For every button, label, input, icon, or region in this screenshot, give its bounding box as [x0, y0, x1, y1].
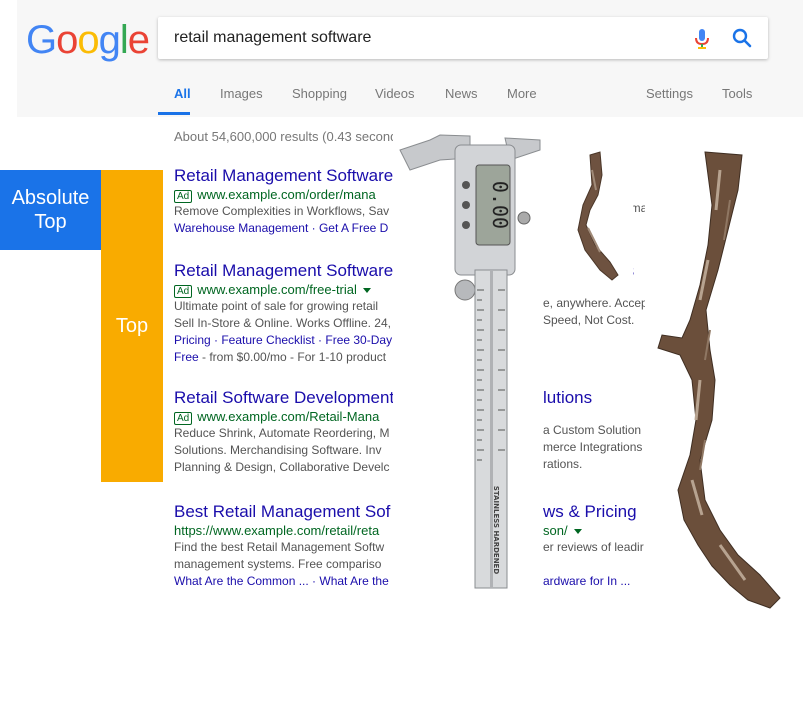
tab-shopping[interactable]: Shopping [292, 86, 347, 101]
result-sitelinks[interactable]: Warehouse Management · Get A Free D [174, 220, 644, 237]
tab-more[interactable]: More [507, 86, 537, 101]
result-url-text: www.example.com/free-trial [197, 282, 357, 297]
result-title-fragment[interactable]: rs [620, 261, 634, 281]
logo-letter: G [26, 18, 57, 62]
result-snippet: Remove Complexities in Workflows, Sav [174, 204, 390, 218]
search-tabs: All Images Shopping Videos News More Set… [0, 84, 803, 117]
result-pricing-line: Free - from $0.00/mo - For 1-10 product [174, 349, 644, 366]
result-snippet: management systems. Free compariso [174, 557, 382, 571]
logo-letter: g [98, 18, 121, 62]
search-icon[interactable] [731, 27, 753, 49]
snippet-fragment: Speed, Not Cost. [543, 313, 635, 327]
tab-videos[interactable]: Videos [375, 86, 415, 101]
result-stats: About 54,600,000 results (0.43 seconds [174, 129, 404, 144]
ad-badge: Ad [174, 412, 193, 425]
snippet-fragment: oma [624, 201, 648, 215]
ad-badge: Ad [174, 190, 193, 203]
dropdown-arrow-icon[interactable] [362, 288, 371, 294]
snippet-fragment: a Custom Solution [543, 423, 642, 437]
url-fragment-text: son/ [543, 523, 568, 538]
snippet-fragment: rations. [543, 457, 583, 471]
tab-tools[interactable]: Tools [722, 86, 752, 101]
active-tab-indicator [158, 112, 190, 115]
tab-news[interactable]: News [445, 86, 478, 101]
pricing-text: - from $0.00/mo - For 1-10 product [198, 350, 387, 364]
pricing-link[interactable]: Free [174, 350, 199, 364]
logo-letter: o [56, 18, 78, 62]
top-label: Top [101, 170, 163, 482]
result-title-fragment[interactable]: Data [540, 166, 576, 186]
result-title-fragment[interactable]: sed [543, 261, 570, 281]
result-title-fragment[interactable]: lutions [543, 388, 592, 408]
result-title-fragment[interactable]: ws & Pricing [543, 502, 637, 522]
result-url-text: www.example.com/order/mana [197, 187, 376, 202]
search-box[interactable] [158, 17, 768, 59]
search-input[interactable] [174, 17, 674, 59]
google-logo[interactable]: Google [26, 16, 150, 64]
large-stick-image [645, 148, 803, 610]
result-url: Ad www.example.com/order/mana [174, 186, 644, 203]
snippet-fragment: merce Integrations [543, 440, 643, 454]
sitelink-fragment[interactable]: st a [543, 217, 562, 234]
snippet-fragment: e, anywhere. Accep [543, 296, 648, 310]
ad-badge: Ad [174, 285, 193, 298]
url-fragment: son/ [543, 522, 582, 539]
mic-icon[interactable] [693, 27, 711, 51]
tab-settings[interactable]: Settings [646, 86, 693, 101]
result-url-text: www.example.com/Retail-Mana [197, 409, 380, 424]
snippet-fragment: ack ( [543, 201, 570, 215]
logo-letter: e [127, 18, 150, 62]
logo-letter: l [119, 18, 129, 62]
logo-letter: o [77, 18, 99, 62]
tab-images[interactable]: Images [220, 86, 263, 101]
result-sitelinks[interactable]: Pricing · Feature Checklist · Free 30-Da… [174, 332, 644, 349]
result-title[interactable]: Retail Management Software [174, 261, 644, 281]
tab-all[interactable]: All [174, 86, 191, 101]
absolute-top-label: Absolute Top [0, 170, 101, 250]
sitelink-fragment[interactable]: ardware for In ... [543, 573, 630, 590]
snippet-fragment: er reviews of leadir [543, 540, 644, 554]
dropdown-arrow-icon[interactable] [573, 529, 582, 535]
